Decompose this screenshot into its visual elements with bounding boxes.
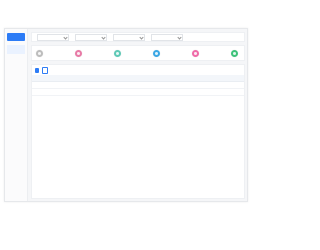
filter-4 — [149, 33, 183, 41]
table-cell — [138, 88, 165, 96]
summary-card-2 — [75, 49, 84, 57]
primary-action-button[interactable] — [35, 67, 39, 73]
table-toolbar — [32, 65, 244, 75]
filter-select-2[interactable] — [75, 33, 107, 41]
stat-circle-icon — [114, 49, 121, 57]
secondary-action-button[interactable] — [42, 66, 48, 74]
data-table — [32, 75, 244, 96]
stat-circle-icon — [192, 49, 199, 57]
filter-select-3[interactable] — [113, 33, 145, 41]
chevron-down-icon — [63, 34, 68, 40]
stat-circle-icon — [75, 49, 82, 57]
table-cell — [217, 88, 244, 96]
table-cell — [85, 81, 112, 89]
filter-2 — [73, 33, 107, 41]
data-table-panel — [31, 64, 245, 199]
sidebar-item-7[interactable] — [7, 99, 25, 108]
table-cell — [32, 81, 59, 89]
summary-card-6 — [231, 49, 240, 57]
chevron-down-icon — [139, 34, 144, 40]
filter-3 — [111, 33, 145, 41]
sidebar-item-6[interactable] — [7, 90, 25, 99]
summary-cards — [31, 45, 245, 61]
stat-circle-icon — [36, 49, 43, 57]
summary-card-3 — [114, 49, 123, 57]
sidebar-item-1[interactable] — [7, 45, 25, 54]
table-cell — [191, 88, 218, 96]
table-cell — [164, 81, 191, 89]
sidebar — [5, 29, 28, 201]
brand-button[interactable] — [7, 33, 25, 41]
table-cell — [138, 81, 165, 89]
table-row[interactable] — [32, 81, 244, 89]
filter-bar — [31, 32, 245, 42]
table-cell — [191, 81, 218, 89]
sidebar-menu — [7, 45, 25, 108]
table-cell — [111, 88, 138, 96]
table-cell — [58, 81, 85, 89]
sidebar-item-5[interactable] — [7, 81, 25, 90]
stat-circle-icon — [153, 49, 160, 57]
table-cell — [111, 81, 138, 89]
filter-select-1[interactable] — [37, 33, 69, 41]
filter-1 — [35, 33, 69, 41]
table-row[interactable] — [32, 88, 244, 96]
stat-circle-icon — [231, 49, 238, 57]
chevron-down-icon — [101, 34, 106, 40]
app-window — [4, 28, 248, 202]
summary-card-5 — [192, 49, 201, 57]
sidebar-item-4[interactable] — [7, 72, 25, 81]
table-cell — [217, 81, 244, 89]
main-content — [29, 29, 247, 201]
table-cell — [85, 88, 112, 96]
table-cell — [32, 88, 59, 96]
sidebar-item-3[interactable] — [7, 63, 25, 72]
table-cell — [164, 88, 191, 96]
summary-card-1 — [36, 49, 45, 57]
table-cell — [58, 88, 85, 96]
summary-card-4 — [153, 49, 162, 57]
filter-select-4[interactable] — [151, 33, 183, 41]
chevron-down-icon — [177, 34, 182, 40]
sidebar-item-2[interactable] — [7, 54, 25, 63]
